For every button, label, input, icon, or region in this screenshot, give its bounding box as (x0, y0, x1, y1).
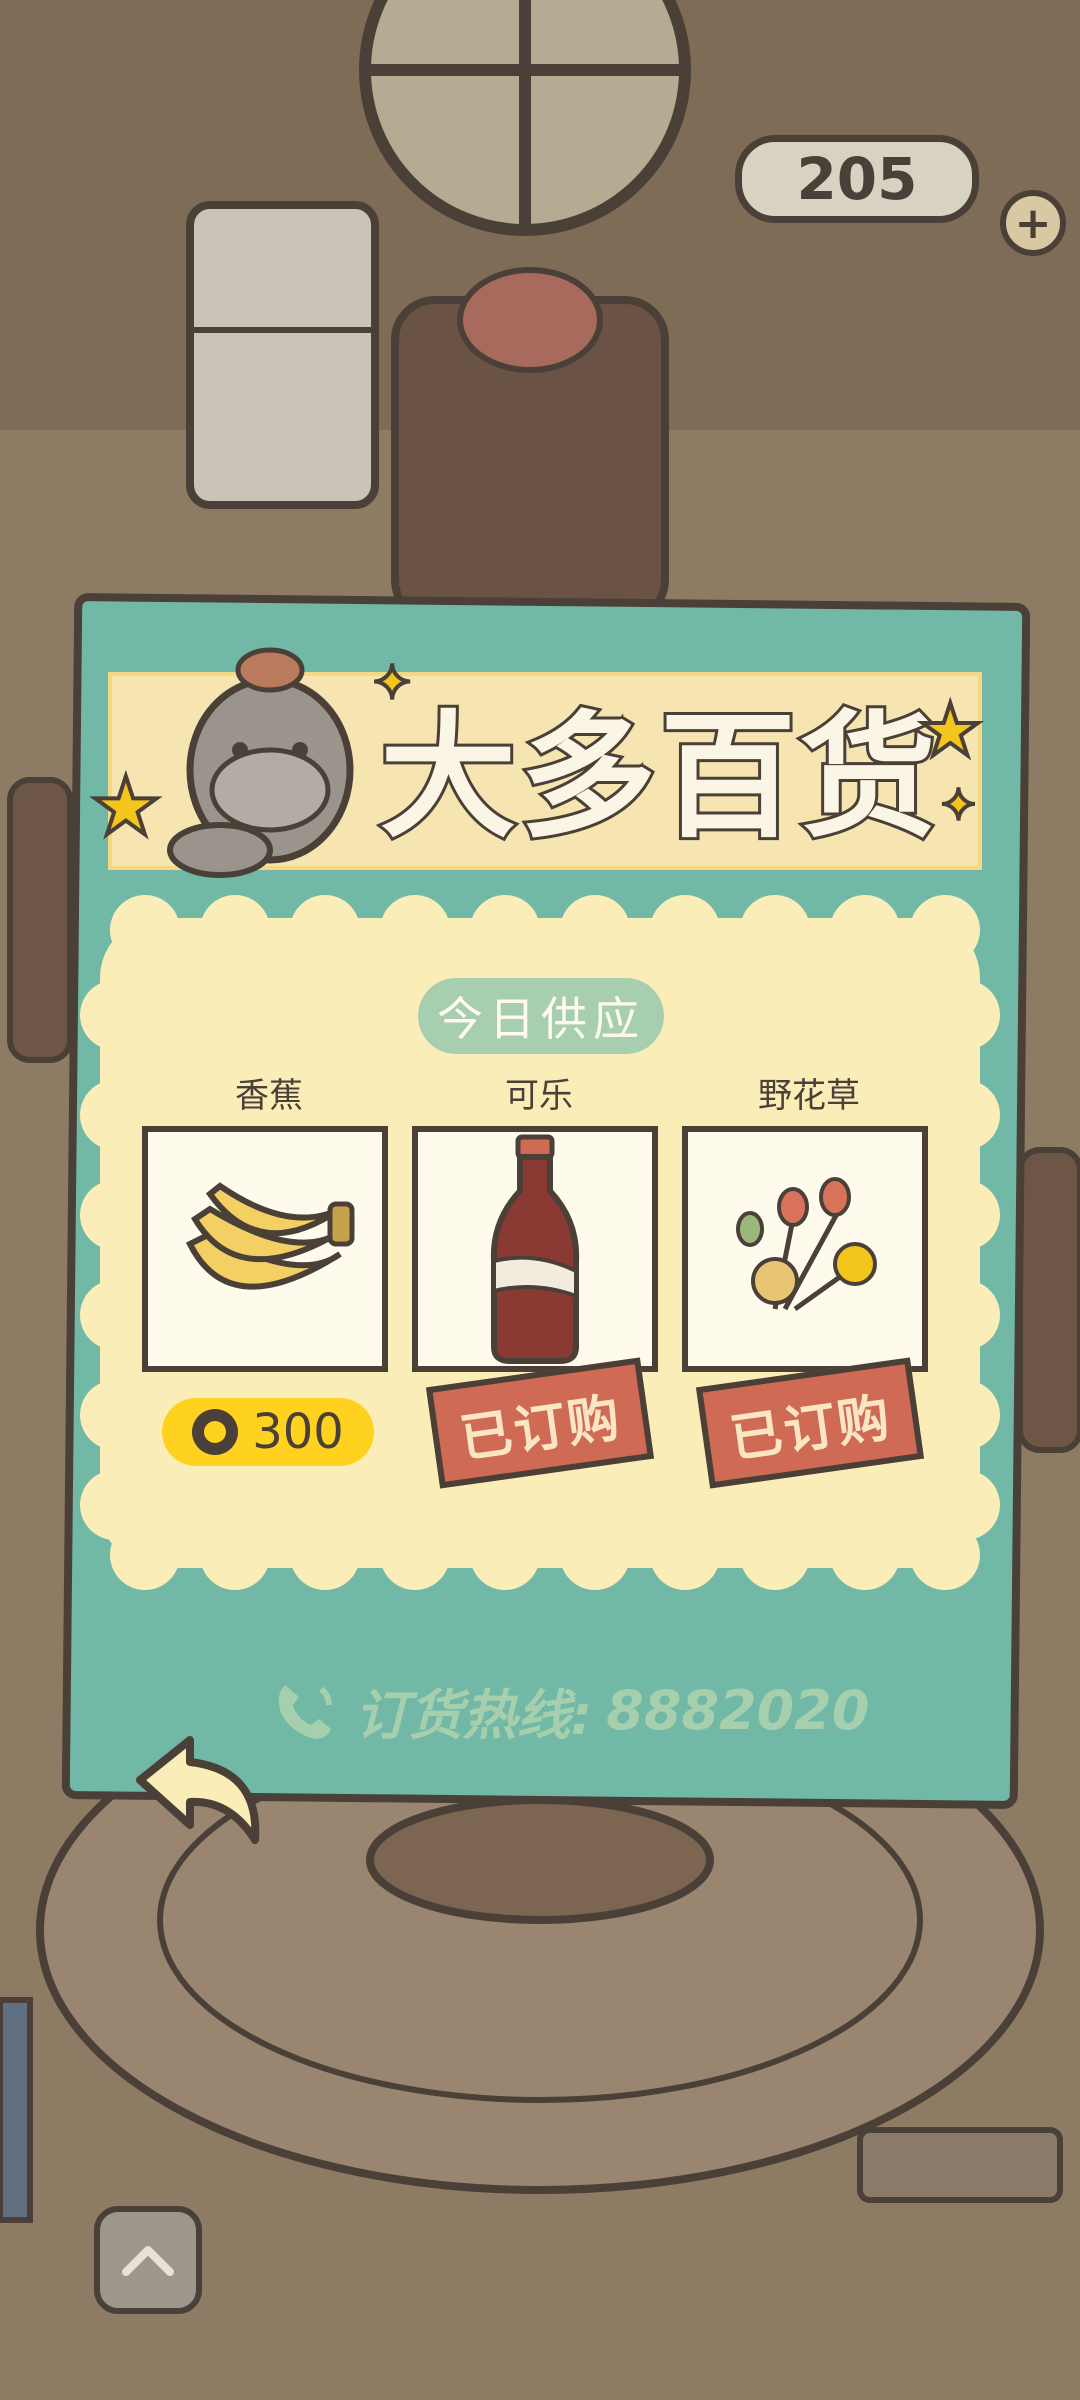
hotline-label: 订货热线: (354, 1683, 593, 1747)
coin-counter: 205 (735, 135, 979, 223)
coin-counter-value: 205 (796, 145, 918, 213)
banana-icon (185, 1182, 355, 1290)
item-card-banana[interactable] (142, 1126, 388, 1372)
up-chevron-icon (122, 2246, 174, 2276)
back-arrow-icon[interactable] (120, 1730, 270, 1870)
item-name-wildflowers: 野花草 (758, 1076, 860, 1116)
hippo-mascot-icon (167, 647, 354, 878)
order-hotline: 订货热线: 8882020 (260, 1670, 880, 1750)
plus-icon: + (1014, 197, 1052, 249)
item-card-cola[interactable] (412, 1126, 658, 1372)
item-name-banana: 香蕉 (235, 1076, 303, 1116)
shop-title: 大多百货 (377, 696, 940, 860)
coin-icon (192, 1409, 239, 1455)
expand-up-button[interactable] (94, 2206, 202, 2314)
today-supply-label: 今日供应 (418, 978, 664, 1054)
hotline-number: 8882020 (606, 1678, 870, 1742)
phone-icon (278, 1685, 332, 1739)
price-value: 300 (252, 1404, 344, 1460)
star-icon: ★ (88, 758, 164, 855)
star-icon: ✦ (938, 778, 979, 833)
item-card-wildflowers[interactable] (682, 1126, 928, 1372)
star-icon: ★ (916, 686, 985, 774)
item-name-cola: 可乐 (505, 1076, 573, 1116)
wildflowers-icon (736, 1177, 877, 1312)
star-icon: ✦ (370, 653, 414, 713)
price-badge-banana[interactable]: 300 (162, 1398, 374, 1466)
add-coins-button[interactable]: + (1000, 190, 1066, 256)
cola-bottle-icon (490, 1134, 580, 1364)
